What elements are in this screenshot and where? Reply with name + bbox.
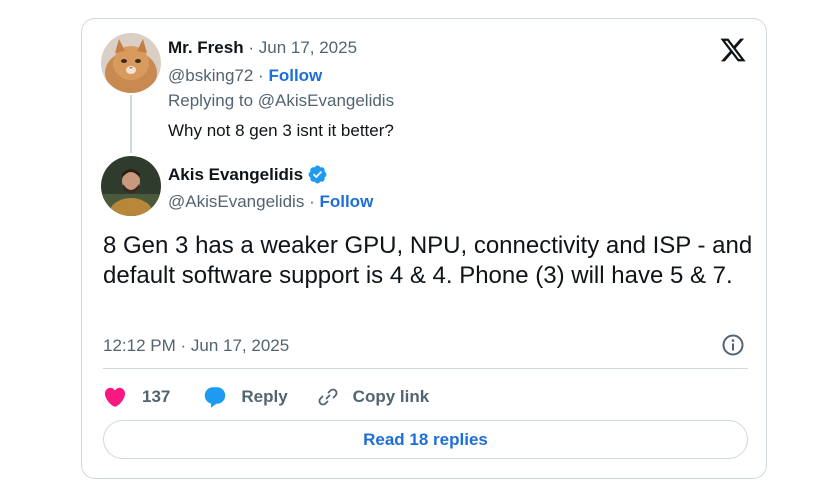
parent-author-name[interactable]: Mr. Fresh (168, 38, 244, 57)
embedded-tweet-card: Mr. Fresh · Jun 17, 2025 @bsking72 · Fol… (81, 18, 767, 479)
main-author-avatar[interactable] (101, 156, 161, 216)
reply-button[interactable]: Reply (203, 385, 288, 409)
parent-separator: · (248, 38, 254, 57)
main-author-line: Akis Evangelidis (168, 164, 328, 185)
main-author-name[interactable]: Akis Evangelidis (168, 165, 303, 185)
parent-author-line: Mr. Fresh · Jun 17, 2025 (168, 38, 357, 58)
parent-handle-separator: · (258, 66, 264, 85)
read-replies-button[interactable]: Read 18 replies (103, 420, 748, 459)
reply-bubble-icon (205, 387, 226, 408)
actions-divider (103, 368, 748, 369)
main-handle[interactable]: @AkisEvangelidis (168, 192, 304, 211)
x-logo-icon[interactable] (718, 36, 748, 64)
like-count: 137 (142, 387, 171, 406)
main-tweet-text: 8 Gen 3 has a weaker GPU, NPU, connectiv… (103, 232, 753, 289)
thread-connector-line (130, 95, 132, 153)
copy-link-label: Copy link (352, 387, 430, 406)
parent-handle-line: @bsking72 · Follow (168, 66, 322, 86)
parent-tweet-text: Why not 8 gen 3 isnt it better? (168, 121, 394, 140)
parent-handle[interactable]: @bsking72 (168, 66, 253, 85)
like-button[interactable]: 137 (103, 385, 170, 409)
main-handle-separator: · (309, 192, 315, 211)
tweet-actions-bar: 137 Reply Copy link (103, 382, 429, 412)
verified-badge-icon (308, 165, 327, 184)
info-icon[interactable] (721, 333, 745, 357)
parent-author-avatar[interactable] (101, 33, 161, 93)
link-icon (318, 388, 338, 406)
parent-follow-link[interactable]: Follow (268, 66, 322, 85)
main-follow-link[interactable]: Follow (319, 192, 373, 211)
copy-link-button[interactable]: Copy link (316, 385, 430, 409)
main-handle-line: @AkisEvangelidis · Follow (168, 192, 373, 212)
reply-label: Reply (241, 387, 288, 406)
replying-to-label[interactable]: Replying to @AkisEvangelidis (168, 91, 394, 111)
heart-icon (104, 387, 126, 407)
tweet-timestamp[interactable]: 12:12 PM · Jun 17, 2025 (103, 336, 289, 356)
parent-date[interactable]: Jun 17, 2025 (259, 38, 357, 57)
